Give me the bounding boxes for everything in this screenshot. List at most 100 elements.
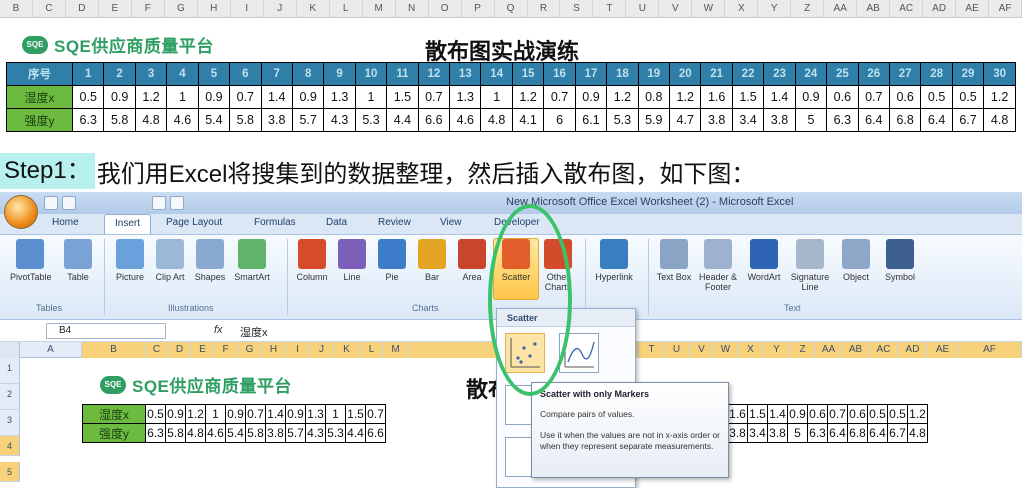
grid-column-u[interactable]: U: [664, 342, 690, 358]
grid-column-y[interactable]: Y: [764, 342, 790, 358]
table-cell[interactable]: 6.4: [827, 423, 848, 443]
ribbon-button-pivottable[interactable]: PivotTable: [10, 239, 52, 282]
row-number[interactable]: 5: [0, 462, 20, 482]
table-cell[interactable]: 0.5: [887, 404, 908, 424]
quick-access-icon[interactable]: [152, 196, 166, 210]
table-cell[interactable]: 6.8: [847, 423, 868, 443]
ribbon-button-object[interactable]: Object: [836, 239, 876, 282]
formula-input[interactable]: 湿度x: [240, 324, 268, 340]
table-cell[interactable]: 0.7: [827, 404, 848, 424]
table-cell[interactable]: 0.7: [245, 404, 266, 424]
grid-column-h[interactable]: H: [262, 342, 286, 358]
table-cell[interactable]: 3.8: [767, 423, 788, 443]
table-cell[interactable]: 1: [205, 404, 226, 424]
table-cell[interactable]: 4.3: [305, 423, 326, 443]
name-box[interactable]: B4: [46, 323, 166, 339]
table-cell[interactable]: 6.7: [887, 423, 908, 443]
tab-review[interactable]: Review: [378, 217, 411, 228]
table-cell[interactable]: 5.4: [225, 423, 246, 443]
grid-column-f[interactable]: F: [214, 342, 238, 358]
tab-home[interactable]: Home: [52, 217, 79, 228]
grid-column-ab[interactable]: AB: [842, 342, 870, 358]
table-cell[interactable]: 3.8: [727, 423, 748, 443]
ribbon-button-table[interactable]: Table: [58, 239, 98, 282]
table-cell[interactable]: 1.2: [185, 404, 206, 424]
table-cell[interactable]: 1.4: [265, 404, 286, 424]
table-cell[interactable]: 4.8: [185, 423, 206, 443]
grid-column-e[interactable]: E: [192, 342, 214, 358]
table-cell[interactable]: 0.6: [807, 404, 828, 424]
ribbon-button-header-footer[interactable]: Header & Footer: [698, 239, 738, 292]
ribbon-button-pie-chart[interactable]: Pie: [372, 239, 412, 282]
table-cell[interactable]: 0.9: [285, 404, 306, 424]
table-cell[interactable]: 4.6: [205, 423, 226, 443]
grid-column-g[interactable]: G: [238, 342, 262, 358]
grid-column-w[interactable]: W: [714, 342, 738, 358]
grid-column-af[interactable]: AF: [958, 342, 1022, 358]
table-cell[interactable]: 4.8: [907, 423, 928, 443]
row-number[interactable]: 1: [0, 358, 20, 384]
table-cell[interactable]: 5.8: [245, 423, 266, 443]
table-cell[interactable]: 4.4: [345, 423, 366, 443]
table-cell[interactable]: 1.2: [907, 404, 928, 424]
table-cell[interactable]: 6.3: [807, 423, 828, 443]
fx-icon[interactable]: fx: [214, 324, 223, 336]
grid-column-k[interactable]: K: [334, 342, 360, 358]
table-cell[interactable]: 0.6: [847, 404, 868, 424]
table-cell[interactable]: 1.4: [767, 404, 788, 424]
table-cell[interactable]: 5: [787, 423, 808, 443]
table-cell[interactable]: 0.7: [365, 404, 386, 424]
table-cell[interactable]: 6.6: [365, 423, 386, 443]
grid-column-a[interactable]: A: [20, 342, 82, 358]
table-cell[interactable]: 0.5: [145, 404, 166, 424]
table-cell[interactable]: 0.9: [165, 404, 186, 424]
grid-column-z[interactable]: Z: [790, 342, 816, 358]
table-cell[interactable]: 6.3: [145, 423, 166, 443]
grid-column-x[interactable]: X: [738, 342, 764, 358]
ribbon-button-area-chart[interactable]: Area: [452, 239, 492, 282]
table-cell[interactable]: 3.4: [747, 423, 768, 443]
table-cell[interactable]: 1.3: [305, 404, 326, 424]
ribbon-button-line-chart[interactable]: Line: [332, 239, 372, 282]
grid-column-ac[interactable]: AC: [870, 342, 898, 358]
row-number[interactable]: 4: [0, 436, 20, 456]
grid-column-t[interactable]: T: [640, 342, 664, 358]
grid-column-aa[interactable]: AA: [816, 342, 842, 358]
table-cell[interactable]: 0.9: [787, 404, 808, 424]
row-number[interactable]: 3: [0, 410, 20, 436]
ribbon-button-picture[interactable]: Picture: [110, 239, 150, 282]
table-cell[interactable]: 0.9: [225, 404, 246, 424]
ribbon-button-symbol[interactable]: Symbol: [880, 239, 920, 282]
ribbon-button-clipart[interactable]: Clip Art: [150, 239, 190, 282]
ribbon-button-signature[interactable]: Signature Line: [790, 239, 830, 292]
tab-insert[interactable]: Insert: [104, 214, 152, 234]
grid-column-v[interactable]: V: [690, 342, 714, 358]
row-number[interactable]: 2: [0, 384, 20, 410]
tab-view[interactable]: View: [440, 217, 462, 228]
table-cell[interactable]: 1.5: [345, 404, 366, 424]
ribbon-button-wordart[interactable]: WordArt: [744, 239, 784, 282]
table-cell[interactable]: 1.6: [727, 404, 748, 424]
ribbon-button-column-chart[interactable]: Column: [292, 239, 332, 282]
table-cell[interactable]: 1.5: [747, 404, 768, 424]
table-cell[interactable]: 3.8: [265, 423, 286, 443]
grid-column-c[interactable]: C: [146, 342, 168, 358]
office-button[interactable]: [4, 195, 38, 229]
table-cell[interactable]: 5.7: [285, 423, 306, 443]
grid-column-j[interactable]: J: [310, 342, 334, 358]
ribbon-button-smartart[interactable]: SmartArt: [232, 239, 272, 282]
save-icon[interactable]: [44, 196, 58, 210]
table-cell[interactable]: 1: [325, 404, 346, 424]
ribbon-button-shapes[interactable]: Shapes: [190, 239, 230, 282]
grid-column-b[interactable]: B: [82, 342, 146, 358]
grid-column-ae[interactable]: AE: [928, 342, 958, 358]
ribbon-button-bar-chart[interactable]: Bar: [412, 239, 452, 282]
undo-icon[interactable]: [62, 196, 76, 210]
table-cell[interactable]: 5.8: [165, 423, 186, 443]
grid-column-i[interactable]: I: [286, 342, 310, 358]
table-cell[interactable]: 6.4: [867, 423, 888, 443]
tab-formulas[interactable]: Formulas: [254, 217, 296, 228]
grid-column-ad[interactable]: AD: [898, 342, 928, 358]
select-all-corner[interactable]: [0, 342, 20, 358]
table-cell[interactable]: 0.5: [867, 404, 888, 424]
